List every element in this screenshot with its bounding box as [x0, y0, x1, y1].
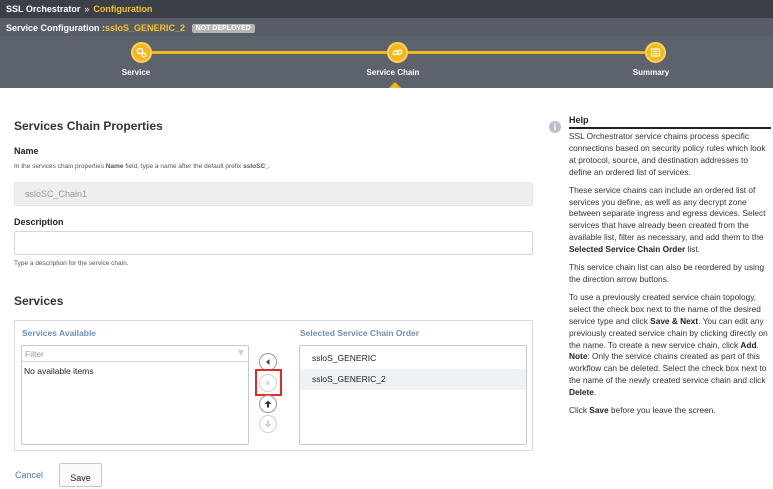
filter-funnel-icon — [238, 350, 244, 356]
services-available-list[interactable]: Filter No available items — [21, 345, 249, 445]
breadcrumb: SSL Orchestrator » Configuration — [0, 0, 773, 18]
arrow-left-icon — [266, 359, 270, 365]
chain-link-icon — [392, 49, 403, 56]
breadcrumb-separator: » — [84, 4, 90, 14]
help-text: list. — [685, 244, 700, 255]
selected-list-item[interactable]: ssloS_GENERIC_2 — [300, 369, 526, 390]
active-step-caret — [389, 82, 401, 88]
section-title-services: Services — [14, 294, 64, 308]
help-text: Click — [569, 405, 590, 416]
help-bold-text: Delete — [569, 387, 594, 398]
help-bold-text: Save & Next — [650, 315, 699, 326]
help-text: before you leave the screen. — [608, 405, 716, 416]
step-service-label[interactable]: Service — [86, 68, 186, 77]
help-body: SSL Orchestrator service chains process … — [569, 131, 771, 423]
selected-order-title: Selected Service Chain Order — [300, 328, 420, 338]
step-summary[interactable] — [645, 42, 666, 63]
name-input[interactable]: ssloSC_Chain1 — [14, 182, 533, 206]
selected-list-item[interactable]: ssloS_GENERIC — [300, 348, 526, 369]
help-bold-text: Selected Service Chain Order — [569, 244, 686, 255]
highlight-box — [255, 369, 282, 396]
move-up-button[interactable] — [259, 395, 277, 413]
name-hint-text-3: . — [268, 163, 271, 170]
help-paragraph: These service chains can include an orde… — [569, 185, 771, 256]
config-label: Service Configuration : — [6, 23, 106, 33]
section-title-properties: Services Chain Properties — [14, 119, 163, 133]
status-badge: NOT DEPLOYED — [191, 24, 255, 33]
help-paragraph: This service chain list can also be reor… — [569, 262, 765, 284]
arrow-up-icon — [264, 400, 272, 408]
filter-input[interactable]: Filter — [22, 346, 248, 362]
help-text: These service chains can include an orde… — [569, 184, 766, 243]
help-bold-text: Note — [569, 351, 588, 362]
name-hint: In the services chain properties Name fi… — [14, 163, 271, 170]
name-hint-text-2: field, type a name after the default pre… — [123, 163, 244, 170]
description-hint: Type a description for the service chain… — [14, 260, 129, 267]
services-available-title: Services Available — [22, 328, 97, 338]
selected-order-list[interactable]: ssloS_GENERIC ssloS_GENERIC_2 — [299, 345, 527, 445]
move-down-button[interactable] — [259, 415, 277, 433]
description-label: Description — [14, 217, 64, 227]
config-name: ssloS_GENERIC_2 — [105, 23, 186, 33]
description-input[interactable] — [14, 231, 533, 255]
service-configuration-bar: Service Configuration :ssloS_GENERIC_2 N… — [0, 18, 773, 36]
gears-icon — [136, 47, 147, 58]
workflow-stepper: Service Service Chain Summary — [0, 36, 773, 88]
info-icon: i — [549, 121, 561, 133]
available-empty-message: No available items — [24, 366, 94, 376]
help-bold-text: Save — [589, 405, 609, 416]
arrow-down-icon — [264, 420, 272, 428]
summary-list-icon — [650, 48, 661, 57]
help-title: Help — [569, 115, 771, 129]
help-text: . — [593, 387, 597, 398]
help-bold-text: Add — [740, 339, 757, 350]
help-paragraph: To use a previously created service chai… — [569, 292, 771, 399]
name-hint-bold-2: ssloSC_ — [243, 163, 269, 170]
breadcrumb-current[interactable]: Configuration — [93, 4, 152, 14]
help-paragraph: SSL Orchestrator service chains process … — [569, 131, 766, 177]
step-summary-label[interactable]: Summary — [601, 68, 701, 77]
save-button[interactable]: Save — [59, 463, 102, 487]
help-text: : Only the service chains created as par… — [569, 351, 767, 386]
help-paragraph: Click Save before you leave the screen. — [569, 405, 771, 417]
breadcrumb-root[interactable]: SSL Orchestrator — [6, 4, 80, 14]
step-service[interactable] — [131, 42, 152, 63]
step-service-chain[interactable] — [387, 42, 408, 63]
name-hint-bold-1: Name — [105, 163, 124, 170]
step-service-chain-label[interactable]: Service Chain — [343, 68, 443, 77]
cancel-link[interactable]: Cancel — [15, 470, 43, 480]
name-label: Name — [14, 146, 39, 156]
help-text: . — [756, 339, 759, 350]
name-hint-text-1: In the services chain properties — [14, 163, 106, 170]
